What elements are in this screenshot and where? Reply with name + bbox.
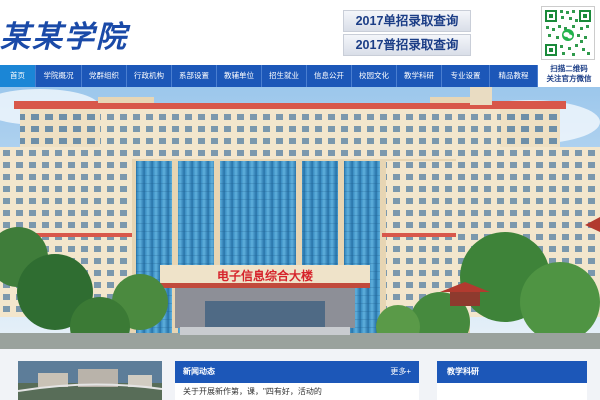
nav-item-disclosure[interactable]: 信息公开	[307, 65, 352, 87]
research-panel-title: 教学科研	[447, 367, 479, 376]
qr-caption: 扫描二维码 关注官方微信	[538, 64, 600, 84]
news-more-link[interactable]: 更多+	[390, 361, 411, 383]
nav-item-administration[interactable]: 行政机构	[127, 65, 172, 87]
main-nav: 首页 学院概况 党群组织 行政机构 系部设置 教辅单位 招生就业 信息公开 校园…	[0, 65, 538, 87]
qr-code-icon	[542, 7, 594, 59]
content-section: 新闻动态 更多+ 关于开展新作第，课，"四有好，活动的 教学科研	[0, 349, 600, 400]
page: 某某学院 2017单招录取查询 2017普招录取查询 扫描二维码 关注官方微信 …	[0, 0, 600, 400]
qr-caption-line-1: 扫描二维码	[550, 64, 588, 73]
site-header: 某某学院 2017单招录取查询 2017普招录取查询 扫描二维码 关注官方微信	[0, 0, 600, 83]
wechat-qr-code	[541, 6, 595, 60]
nav-item-majors[interactable]: 专业设置	[442, 65, 490, 87]
aerial-campus-thumbnail	[18, 361, 162, 400]
nav-item-admissions[interactable]: 招生就业	[262, 65, 307, 87]
admission-query-button-1[interactable]: 2017单招录取查询	[343, 10, 471, 32]
site-logo[interactable]: 某某学院	[0, 12, 128, 56]
nav-item-research[interactable]: 教学科研	[397, 65, 442, 87]
news-panel-title: 新闻动态	[183, 367, 215, 376]
admission-query-button-2[interactable]: 2017普招录取查询	[343, 34, 471, 56]
banner-image: 电子信息综合大楼	[0, 87, 600, 349]
nav-item-courses[interactable]: 精品教程	[490, 65, 538, 87]
news-item-link[interactable]: 关于开展新作第，课，"四有好，活动的	[183, 386, 322, 397]
nav-item-home[interactable]: 首页	[0, 65, 36, 87]
research-panel-header: 教学科研	[437, 361, 587, 383]
nav-item-party[interactable]: 党群组织	[82, 65, 127, 87]
news-panel: 新闻动态 更多+ 关于开展新作第，课，"四有好，活动的	[175, 361, 419, 400]
nav-item-support-units[interactable]: 教辅单位	[217, 65, 262, 87]
building-sign: 电子信息综合大楼	[217, 268, 313, 283]
research-panel: 教学科研	[437, 361, 587, 400]
nav-item-departments[interactable]: 系部设置	[172, 65, 217, 87]
nav-item-about[interactable]: 学院概况	[36, 65, 82, 87]
news-panel-header: 新闻动态 更多+	[175, 361, 419, 383]
campus-building-illustration: 电子信息综合大楼	[0, 87, 600, 349]
qr-caption-line-2: 关注官方微信	[546, 74, 592, 83]
nav-item-campus-culture[interactable]: 校园文化	[352, 65, 397, 87]
news-photo[interactable]	[18, 361, 162, 400]
